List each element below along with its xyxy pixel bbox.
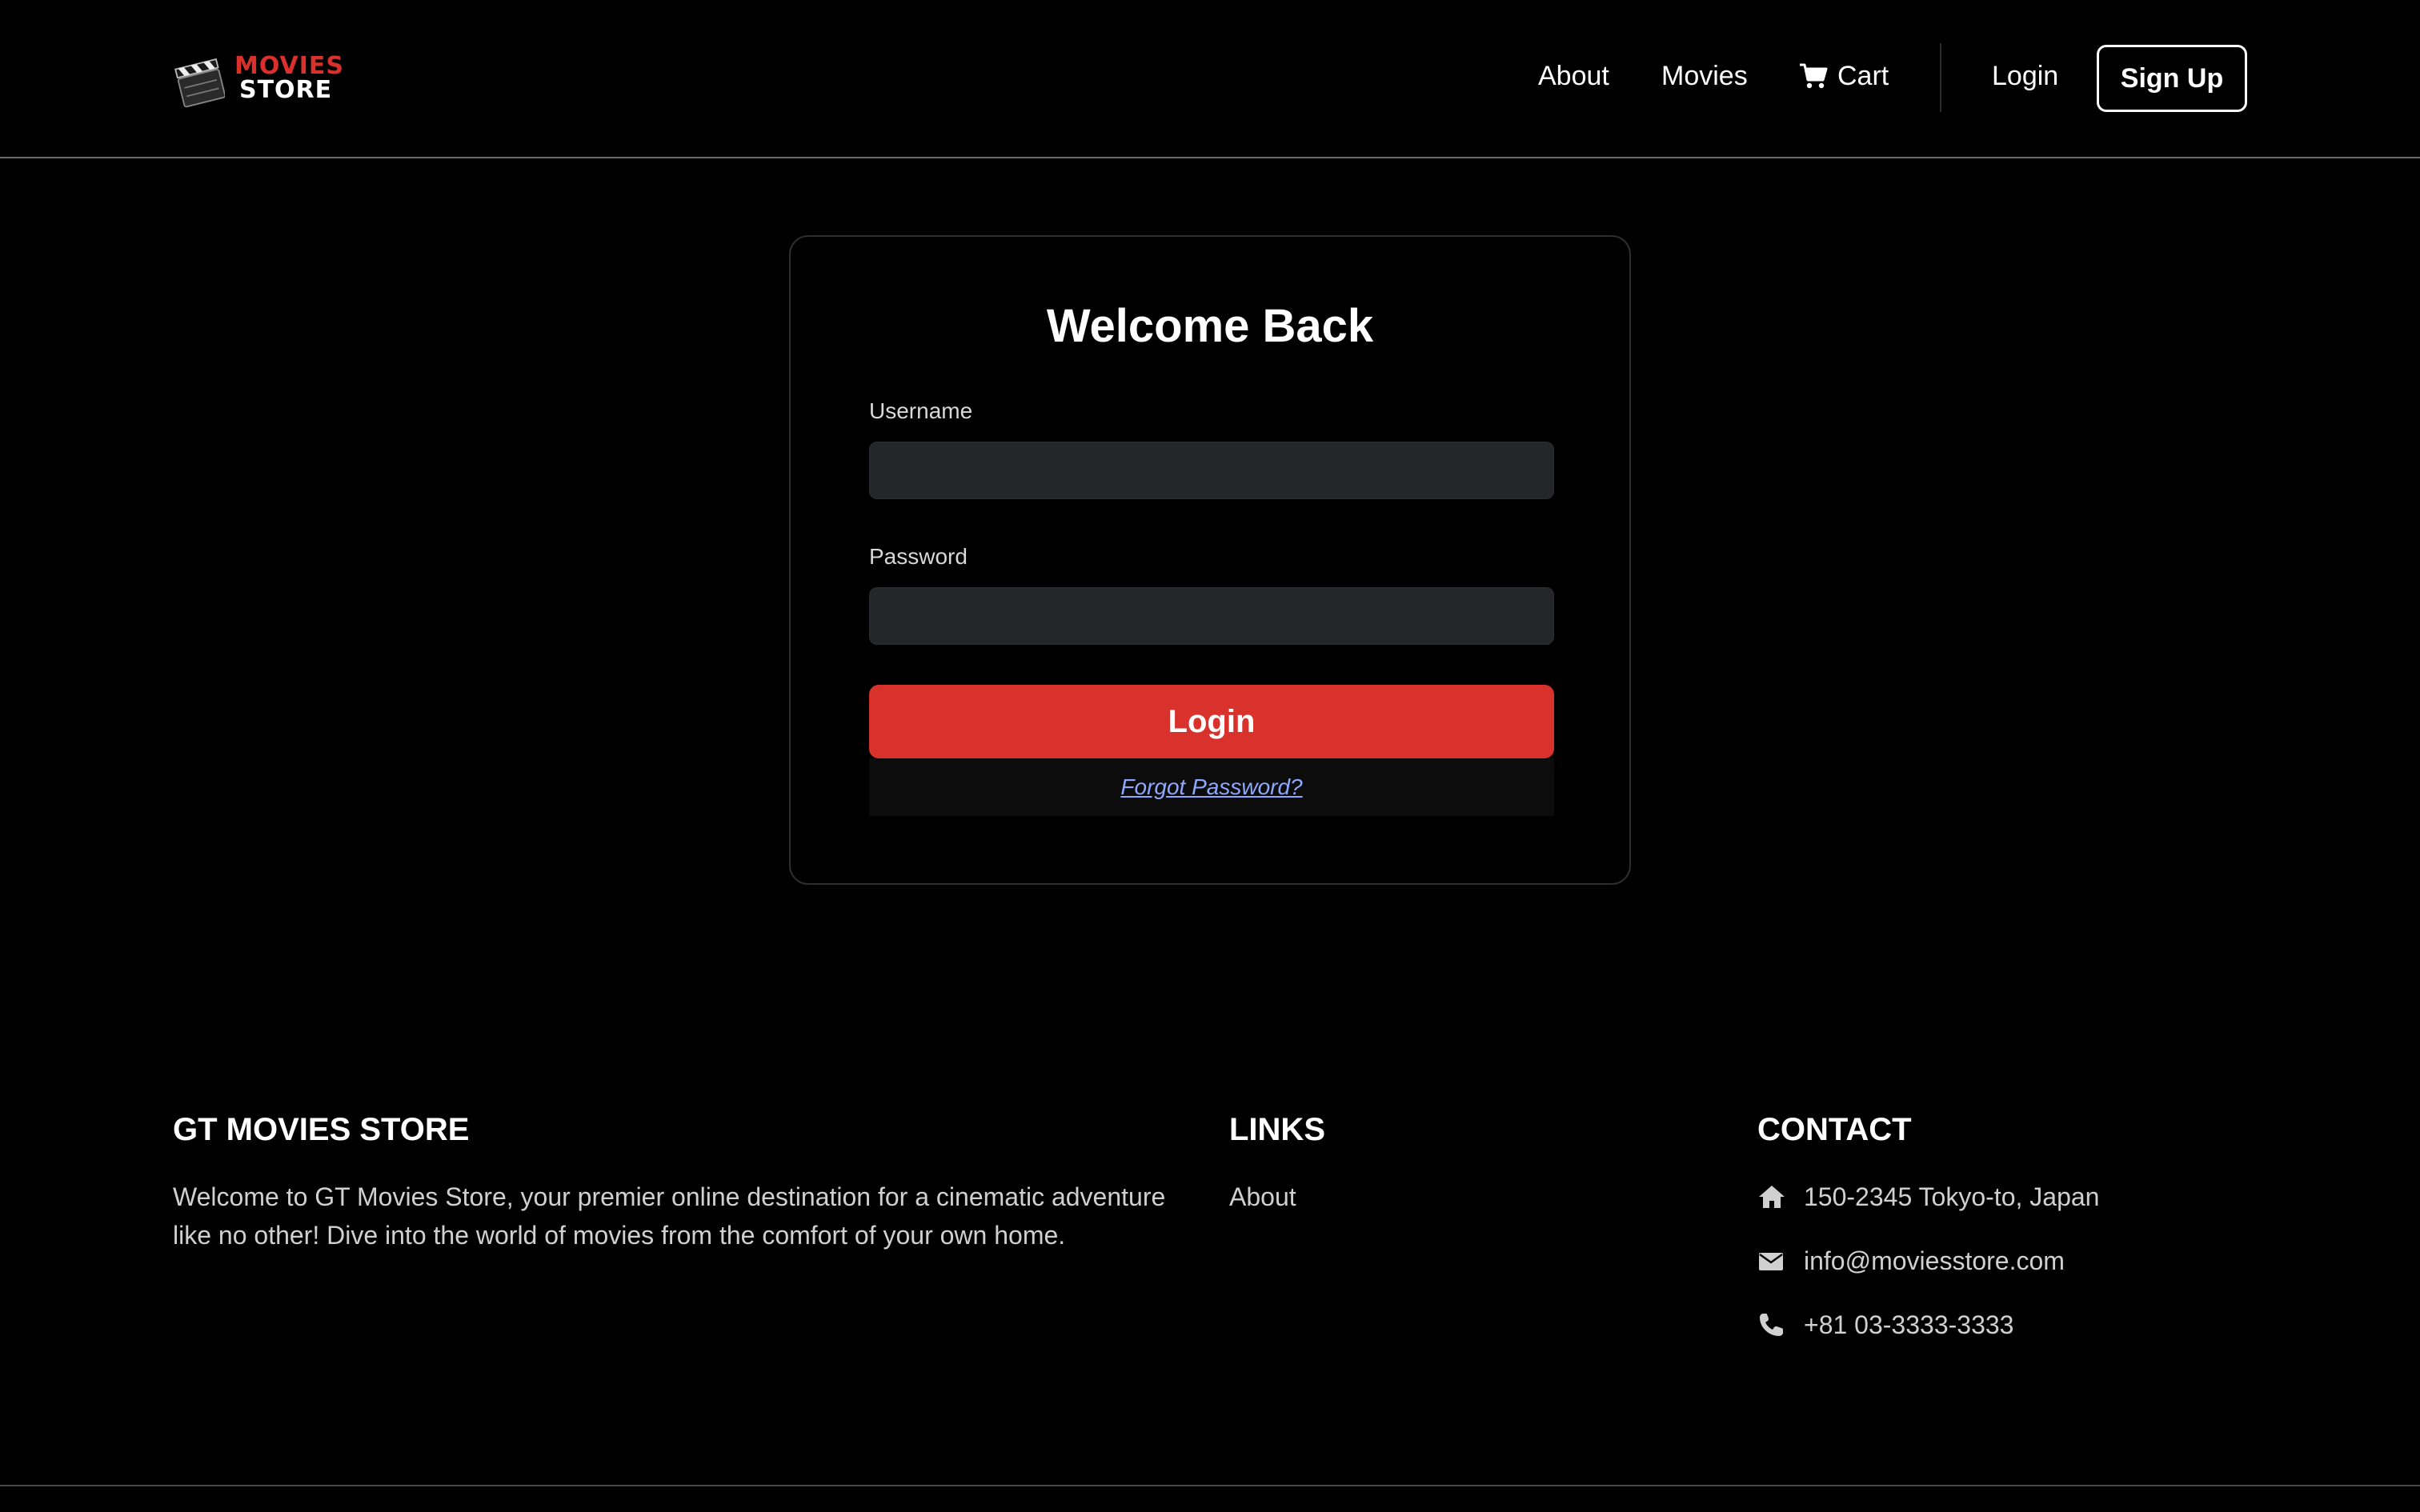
brand-logo[interactable]: MOVIES STORE bbox=[173, 45, 344, 112]
nav-about-link[interactable]: About bbox=[1538, 58, 1609, 94]
forgot-password-link[interactable]: Forgot Password? bbox=[1120, 774, 1302, 800]
brand-line-2: STORE bbox=[238, 76, 333, 104]
clapperboard-icon bbox=[174, 58, 225, 108]
nav-login-link[interactable]: Login bbox=[1992, 58, 2058, 94]
nav-cart-link[interactable]: Cart bbox=[1799, 58, 1889, 94]
footer-contact-heading: CONTACT bbox=[1757, 1112, 1912, 1147]
nav-divider bbox=[1940, 43, 1941, 112]
contact-phone: +81 03-3333-3333 bbox=[1757, 1306, 2013, 1344]
cart-icon bbox=[1800, 63, 1828, 89]
contact-address-text: 150-2345 Tokyo-to, Japan bbox=[1804, 1182, 2100, 1211]
forgot-password-row: Forgot Password? bbox=[869, 758, 1554, 816]
brand-name: MOVIES STORE bbox=[234, 54, 344, 102]
page-title: Welcome Back bbox=[1046, 300, 1374, 352]
login-card: Welcome Back Username Password Login For… bbox=[789, 235, 1631, 885]
username-label: Username bbox=[869, 398, 973, 423]
home-icon bbox=[1759, 1186, 1785, 1208]
login-button[interactable]: Login bbox=[869, 685, 1554, 758]
contact-email-text: info@moviesstore.com bbox=[1804, 1246, 2065, 1275]
footer-store-description: Welcome to GT Movies Store, your premier… bbox=[173, 1182, 1166, 1250]
contact-phone-text: +81 03-3333-3333 bbox=[1804, 1310, 2014, 1339]
password-label: Password bbox=[869, 544, 968, 569]
navbar: MOVIES STORE About Movies Cart Login Sig… bbox=[0, 0, 2420, 158]
username-field[interactable] bbox=[869, 442, 1554, 499]
nav-cart-label: Cart bbox=[1837, 61, 1889, 91]
contact-email: info@moviesstore.com bbox=[1757, 1242, 2065, 1280]
nav-movies-link[interactable]: Movies bbox=[1661, 58, 1748, 94]
password-field[interactable] bbox=[869, 587, 1554, 645]
footer-link-about[interactable]: About bbox=[1229, 1178, 1296, 1216]
contact-address: 150-2345 Tokyo-to, Japan bbox=[1757, 1178, 2099, 1216]
footer-divider bbox=[0, 1485, 2420, 1486]
phone-icon bbox=[1760, 1314, 1783, 1336]
envelope-icon bbox=[1759, 1253, 1783, 1270]
footer-store-heading: GT MOVIES STORE bbox=[173, 1112, 470, 1147]
signup-button[interactable]: Sign Up bbox=[2097, 45, 2247, 112]
brand-line-1: MOVIES bbox=[234, 52, 344, 80]
footer-links-heading: LINKS bbox=[1229, 1112, 1325, 1147]
